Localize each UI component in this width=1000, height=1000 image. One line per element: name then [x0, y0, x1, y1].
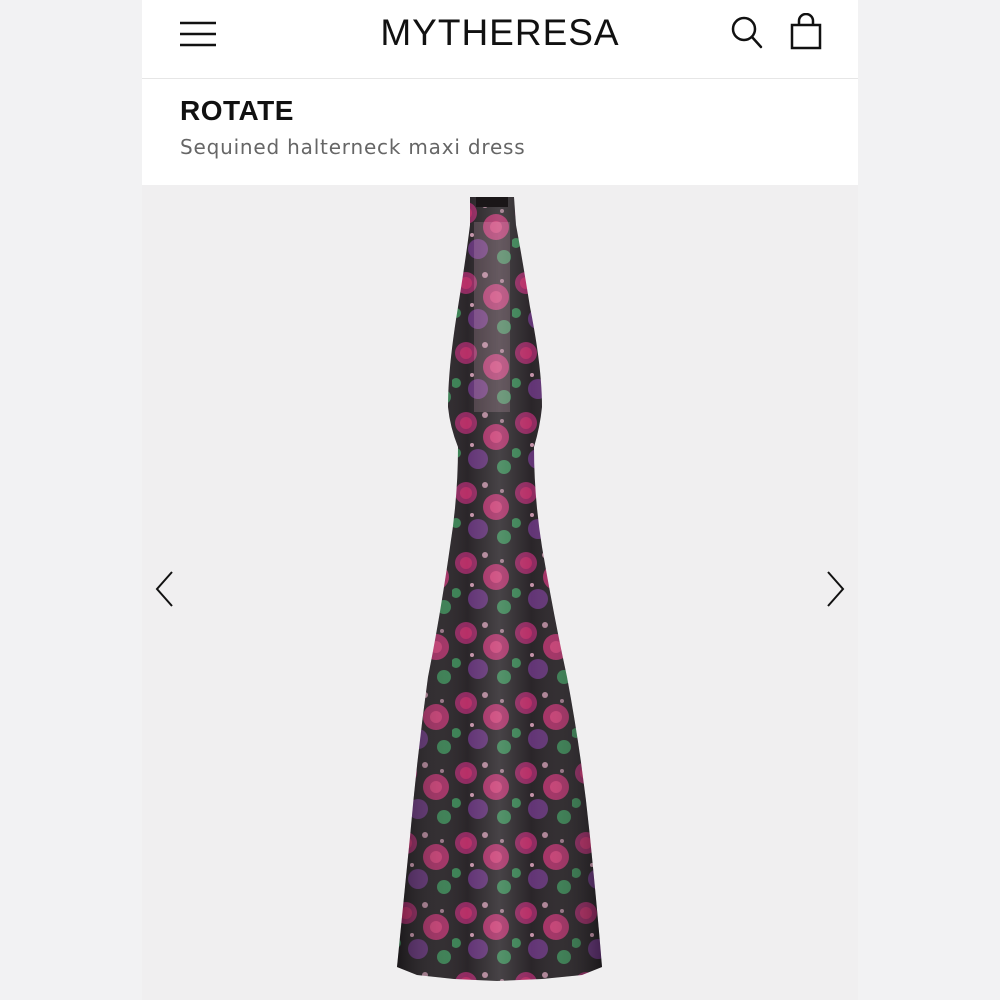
- screen: MYTHERESA ROTATE Sequined halterneck max…: [0, 0, 1000, 1000]
- dress-image: [392, 197, 607, 992]
- left-margin: [0, 0, 142, 1000]
- shopping-bag-icon[interactable]: [788, 12, 824, 51]
- right-margin: [858, 0, 1000, 1000]
- product-title: Sequined halterneck maxi dress: [180, 135, 526, 159]
- chevron-right-icon[interactable]: [820, 569, 848, 609]
- top-header: MYTHERESA: [142, 0, 858, 79]
- app-view: MYTHERESA ROTATE Sequined halterneck max…: [142, 0, 858, 1000]
- brand-logo[interactable]: MYTHERESA: [342, 10, 658, 56]
- product-image-gallery[interactable]: [142, 185, 858, 1000]
- hamburger-menu-icon[interactable]: [180, 20, 218, 50]
- product-brand[interactable]: ROTATE: [180, 95, 294, 127]
- chevron-left-icon[interactable]: [152, 569, 180, 609]
- search-icon[interactable]: [730, 15, 764, 51]
- product-heading: ROTATE Sequined halterneck maxi dress: [142, 79, 858, 185]
